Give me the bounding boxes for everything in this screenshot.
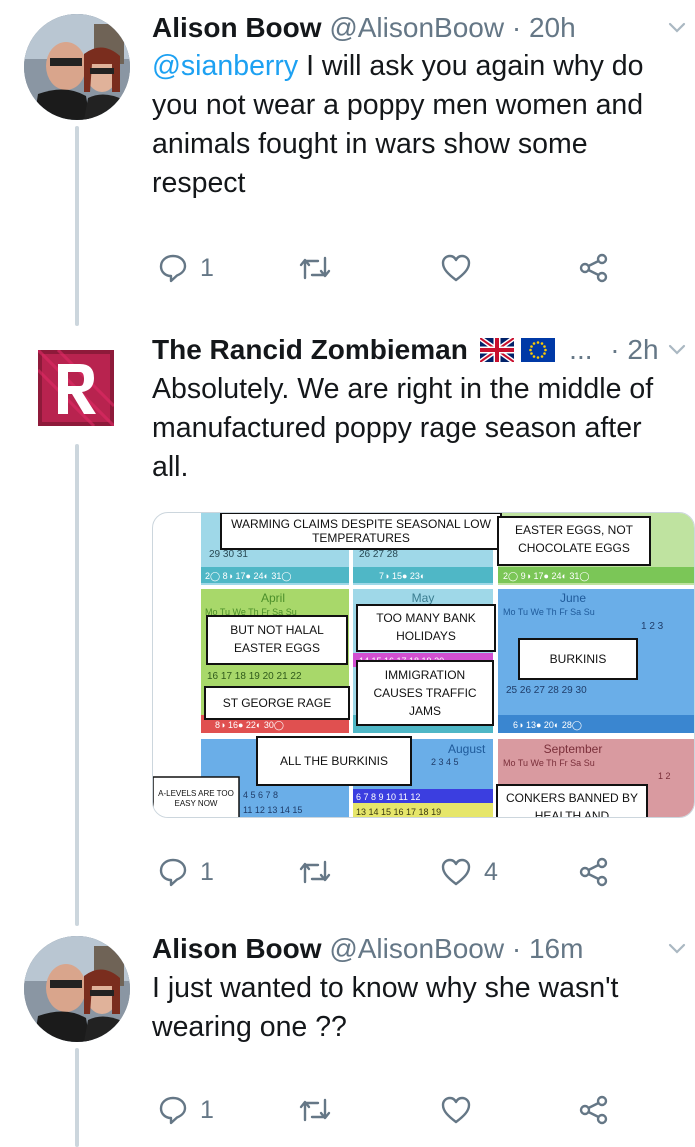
calendar-row-text: 16 17 18 19 20 21 22	[207, 671, 302, 682]
reply-icon	[158, 1095, 188, 1125]
separator-dot: ·	[511, 12, 522, 43]
moon-phase-row: 7◑ 15● 23◐	[379, 571, 425, 581]
caption-all-burkinis: ALL THE BURKINIS	[279, 754, 389, 768]
moon-phase-row: 6◑ 13● 20◐ 28◯	[513, 720, 582, 731]
tweet-actions: 1	[152, 248, 672, 288]
reply-count: 1	[200, 1095, 214, 1124]
display-name[interactable]: Alison Boow	[152, 12, 322, 43]
calendar-row-text: 1 2	[658, 771, 671, 781]
month-title: September	[544, 742, 603, 756]
timestamp[interactable]: 20h	[529, 12, 576, 43]
reply-button[interactable]: 1	[158, 248, 214, 288]
chevron-down-icon[interactable]	[667, 929, 687, 969]
mention-link[interactable]: @sianberry	[152, 50, 298, 82]
reply-count: 1	[200, 253, 214, 282]
calendar-row-text: 4 5 6 7 8	[243, 790, 278, 800]
heart-icon	[440, 253, 472, 283]
calendar-row-text: 13 14 15 16 17 18 19	[356, 807, 441, 817]
moon-phase-row: 2◯ 8◑ 17● 24◐ 31◯	[205, 571, 292, 582]
caption-warming: WARMING CLAIMS DESPITE SEASONAL LOW TEMP…	[231, 517, 491, 545]
retweet-button[interactable]	[298, 852, 344, 892]
uk-flag-icon	[478, 333, 516, 373]
like-count: 4	[484, 857, 498, 886]
retweet-icon	[298, 253, 332, 283]
display-name[interactable]: The Rancid Zombieman	[152, 334, 468, 365]
avatar[interactable]	[24, 936, 130, 1042]
tweet[interactable]: The Rancid Zombieman ... · 2h Absolutely…	[0, 330, 695, 910]
share-icon	[578, 1094, 610, 1126]
caption-immigration: IMMIGRATION CAUSES TRAFFIC JAMS	[373, 668, 477, 718]
caption-bank-holidays: TOO MANY BANK HOLIDAYS	[376, 611, 476, 643]
share-icon	[578, 856, 610, 888]
calendar-row-text: 29 30 31	[209, 549, 248, 560]
retweet-button[interactable]	[298, 1090, 344, 1130]
tweet-text: Absolutely. We are right in the middle o…	[152, 373, 654, 483]
share-button[interactable]	[578, 852, 610, 892]
tweet-header: Alison Boow @AlisonBoow · 20h	[152, 8, 695, 48]
reply-icon	[158, 253, 188, 283]
month-title: August	[448, 742, 486, 756]
reply-icon	[158, 857, 188, 887]
caption-st-george: ST GEORGE RAGE	[222, 696, 332, 710]
heart-icon	[440, 1095, 472, 1125]
user-handle[interactable]: @AlisonBoow	[329, 12, 504, 43]
calendar-row-text: 1 2 3	[641, 621, 664, 632]
retweet-icon	[298, 857, 332, 887]
eu-flag-icon	[521, 333, 556, 373]
tweet-header: Alison Boow @AlisonBoow · 16m	[152, 929, 695, 969]
share-icon	[578, 252, 610, 284]
tweet-media-image[interactable]: 29 30 31 26 27 28 2◯ 8◑ 17● 24◐ 31◯ 7◑ 1…	[152, 512, 695, 818]
calendar-row-text: 2 3 4 5	[431, 757, 459, 767]
tweet[interactable]: Alison Boow @AlisonBoow · 20h @sianberry…	[0, 0, 695, 310]
tweet-header: The Rancid Zombieman ... · 2h	[152, 330, 695, 370]
tweet-text: I just wanted to know why she wasn't wea…	[152, 972, 619, 1043]
month-title: April	[261, 591, 285, 605]
handle-ellipsis[interactable]: ...	[569, 334, 592, 365]
chevron-down-icon[interactable]	[667, 8, 687, 48]
share-button[interactable]	[578, 1090, 610, 1130]
retweet-icon	[298, 1095, 332, 1125]
caption-burkinis: BURKINIS	[549, 652, 607, 666]
caption-conkers: CONKERS BANNED BY HEALTH AND	[505, 791, 639, 818]
weekday-row: Mo Tu We Th Fr Sa Su	[503, 607, 595, 617]
moon-phase-row: 2◯ 9◑ 17● 24◐ 31◯	[503, 571, 590, 582]
share-button[interactable]	[578, 248, 610, 288]
month-title: June	[560, 591, 586, 605]
caption-a-levels: A-LEVELS ARE TOO EASY NOW	[158, 789, 234, 808]
like-button[interactable]	[440, 1090, 484, 1130]
tweet-actions: 1 4	[152, 852, 672, 892]
like-button[interactable]	[440, 248, 484, 288]
weekday-row: Mo Tu We Th Fr Sa Su	[503, 758, 595, 768]
caption-easter-eggs: EASTER EGGS, NOT CHOCOLATE EGGS	[514, 523, 634, 555]
separator-dot: ·	[610, 334, 620, 365]
reply-count: 1	[200, 857, 214, 886]
separator-dot: ·	[511, 933, 522, 964]
avatar[interactable]	[38, 350, 114, 426]
timestamp[interactable]: 16m	[529, 933, 583, 964]
caption-halal: BUT NOT HALAL EASTER EGGS	[230, 623, 324, 655]
like-button[interactable]: 4	[440, 852, 498, 892]
user-handle[interactable]: @AlisonBoow	[329, 933, 504, 964]
display-name[interactable]: Alison Boow	[152, 933, 322, 964]
calendar-row-text: 26 27 28	[359, 549, 398, 560]
tweet-actions: 1	[152, 1090, 672, 1130]
calendar-row-text: 25 26 27 28 29 30	[506, 685, 587, 696]
tweet[interactable]: Alison Boow @AlisonBoow · 16m I just wan…	[0, 928, 695, 1147]
calendar-row-text: 11 12 13 14 15	[243, 805, 302, 815]
moon-phase-row: 8◑ 16● 22◐ 30◯	[215, 720, 284, 731]
reply-button[interactable]: 1	[158, 852, 214, 892]
calendar-row-text: 6 7 8 9 10 11 12	[356, 792, 420, 802]
retweet-button[interactable]	[298, 248, 344, 288]
reply-button[interactable]: 1	[158, 1090, 214, 1130]
timestamp[interactable]: 2h	[627, 334, 658, 365]
tweet-text: @sianberry I will ask you again why do y…	[152, 47, 671, 203]
avatar[interactable]	[24, 14, 130, 120]
chevron-down-icon[interactable]	[667, 330, 687, 370]
month-title: May	[412, 591, 435, 605]
heart-icon	[440, 857, 472, 887]
